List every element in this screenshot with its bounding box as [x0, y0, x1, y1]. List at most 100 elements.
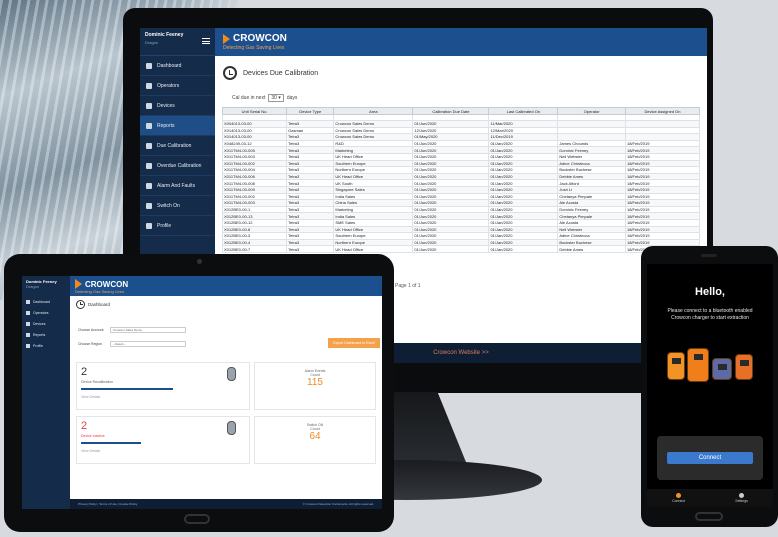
sidebar-item-profile[interactable]: Profile [140, 216, 215, 236]
choose-account-select[interactable]: Crowcon Sales Demo [110, 327, 186, 333]
switch-on-card[interactable]: Switch ON Count 64 [254, 416, 376, 464]
column-header[interactable]: Last Calibrated On [488, 107, 559, 115]
table-cell: 01/Jun/2020 [412, 179, 490, 187]
table-cell: Adine Christecca [557, 159, 626, 168]
export-button[interactable]: Export Dashboard to Excel [328, 338, 380, 348]
device-recalibration-card[interactable]: 2 Device Recalibration View Details [76, 362, 250, 410]
table-row[interactable]: X048249-03-12 Tetra3 R&D 01/Jun/2020 01/Jan/… [221, 139, 701, 148]
sidebar-item-devices[interactable]: Devices [140, 96, 215, 116]
table-cell: 18/Feb/2019 [624, 212, 701, 220]
sidebar-item-label: Due Calibration [157, 142, 192, 149]
table-cell: 18/Feb/2019 [624, 166, 701, 174]
tablet-sidebar-item-reports[interactable]: Reports [22, 329, 70, 340]
table-row[interactable]: X011TM4-00-003 Tetra3 China Sales 01/Jun/20… [221, 199, 701, 207]
column-header[interactable]: Unit Serial No. [221, 107, 288, 115]
table-row[interactable]: X012BE0-00-4 Tetra3 Northern Europe 01/Jun/… [221, 238, 701, 247]
column-header[interactable]: Operator [557, 107, 626, 115]
sidebar-item-due-calibration[interactable]: Due Calibration [140, 136, 215, 156]
table-row[interactable]: X004013-03-00 Tetra3 Crowcon Sales Demo 01/… [221, 120, 701, 128]
days-select[interactable]: 30 ▾ [268, 94, 284, 102]
table-cell: 11/Mar/2020 [488, 120, 559, 128]
sidebar-item-switch-on[interactable]: Switch On [140, 196, 215, 216]
tablet-sidebar-item-operators[interactable]: Operators [22, 307, 70, 318]
sidebar-item-overdue-calibration[interactable]: Overdue Calibration [140, 156, 215, 176]
tablet-sidebar-item-devices[interactable]: Devices [22, 318, 70, 329]
table-cell: 01/Jun/2020 [412, 152, 490, 161]
tablet-sidebar-item-label: Devices [33, 321, 46, 326]
table-cell: Northern Europe [333, 238, 414, 247]
choose-region-select[interactable]: --Select-- [110, 341, 186, 347]
table-cell: X012BE0-00-13 [221, 212, 288, 220]
table-cell: 01/Jan/2020 [488, 199, 559, 207]
tablet-crowcon-logo[interactable]: CROWCON [75, 279, 128, 289]
gas-detector-red-icon [735, 354, 753, 380]
recalibration-details-link[interactable]: View Details [81, 395, 100, 399]
table-cell: Crowcon Sales Demo [333, 120, 414, 128]
table-row[interactable]: X011TM4-00-008 Tetra3 UK South 01/Jun/2020 0… [221, 179, 701, 187]
nav-settings[interactable]: Settings [735, 493, 748, 503]
sidebar-item-icon [146, 182, 152, 189]
table-row[interactable]: X014013-03-00 Tetra3 Crowcon Sales Demo 01/… [221, 133, 701, 141]
table-row[interactable]: X011TM4-00-002 Tetra3 India Sales 01/Jun/20… [221, 192, 701, 201]
recalibration-label: Device Recalibration [81, 380, 114, 384]
sidebar-item-icon [26, 343, 30, 348]
copyright: © Crowcon Detection Instruments. All rig… [302, 502, 374, 506]
inactive-count: 2 [81, 420, 88, 432]
table-cell: UK Head Office [333, 225, 414, 234]
inactive-details-link[interactable]: View Details [81, 449, 100, 453]
user-role: Dragon [145, 40, 159, 45]
table-row[interactable]: X011TM4-00-004 Tetra3 Northern Europe 01/Ju… [221, 166, 701, 174]
column-header[interactable]: Device Assigned On [624, 107, 701, 115]
column-header[interactable]: Area [333, 107, 414, 115]
table-row[interactable]: X012BE0-00-7 Tetra3 UK Head Office 01/Jun/2… [221, 245, 701, 253]
table-row[interactable]: X011TM4-00-005 Tetra3 Marketing 01/Jun/2020… [221, 146, 701, 154]
sidebar-item-reports[interactable]: Reports [140, 116, 215, 136]
alarm-events-card[interactable]: Alarm Events Count 115 [254, 362, 376, 410]
phone-speaker [701, 254, 717, 257]
table-row[interactable]: X011TM4-00-003 Tetra3 UK Head Office 01/Jun… [221, 152, 701, 161]
table-cell: Tetra3 [286, 212, 335, 220]
sidebar-item-dashboard[interactable]: Dashboard [140, 56, 215, 76]
table-cell: X011TM4-00-005 [221, 146, 288, 154]
column-header[interactable]: Device Type [286, 107, 335, 115]
tablet-sidebar-item-dashboard[interactable]: Dashboard [22, 296, 70, 307]
device-inactive-card[interactable]: 2 Device Inactive View Details [76, 416, 250, 464]
nav-connect[interactable]: Connect [672, 493, 685, 503]
table-cell: Tetra3 [286, 120, 335, 128]
tablet-header: CROWCON Detecting Gas Saving Lives [70, 276, 382, 296]
table-cell: India Sales [333, 192, 414, 201]
table-row[interactable]: X012BE0-00-12 Tetra3 SME Sales 01/Jun/2020 0… [221, 218, 701, 227]
table-cell: X011TM4-00-002 [221, 159, 288, 168]
tablet-sidebar-item-profile[interactable]: Profile [22, 340, 70, 351]
table-row[interactable]: X011TM4-00-002 Tetra3 Southern Europe 01/Ju… [221, 159, 701, 168]
menu-icon[interactable] [202, 38, 210, 44]
table-cell: Bockster Buchese [557, 166, 626, 174]
table-cell: 01/Jun/2020 [412, 166, 490, 174]
table-cell: Debbie Ames [557, 245, 626, 253]
sidebar-item-label: Dashboard [157, 62, 182, 69]
table-row[interactable]: X012BE0-00-1 Tetra3 Marketing 01/Jun/2020 01… [221, 205, 701, 214]
table-cell: 01/Jan/2020 [488, 238, 559, 247]
table-row[interactable]: X011TM4-00-006 Tetra3 UK Head Office 01/Jun… [221, 172, 701, 181]
sidebar-item-operators[interactable]: Operators [140, 76, 215, 96]
column-header[interactable]: Calibration Due Date [412, 107, 490, 115]
table-pager[interactable]: Page 1 of 1 [395, 283, 421, 289]
sidebar-item-alarm-and-faults[interactable]: Alarm And Faults [140, 176, 215, 196]
crowcon-logo[interactable]: CROWCON [223, 33, 287, 44]
table-row[interactable]: X011TM4-00-009 Tetra3 Singapore Sales 01/Ju… [221, 185, 701, 194]
tablet-sidebar-item-label: Operators [33, 310, 49, 315]
table-cell: 18/Feb/2019 [624, 179, 701, 187]
connect-button[interactable]: Connect [667, 452, 753, 464]
choose-region-value: --Select-- [113, 342, 126, 346]
table-row[interactable]: X012BE0-00-3 Tetra3 Southern Europe 01/Jun/… [221, 232, 701, 240]
table-cell: 01/Jun/2020 [412, 238, 490, 247]
tablet-page-title: Dashboard [88, 302, 111, 307]
sidebar-item-icon [146, 142, 152, 149]
footer-links[interactable]: Privacy Policy | Terms of Use | Cookie P… [78, 502, 137, 506]
table-cell: 01/Jan/2020 [488, 159, 559, 168]
table-row[interactable]: X012BE0-00-13 Tetra3 India Sales 01/Jun/202… [221, 212, 701, 220]
table-row[interactable]: X012BE0-00-8 Tetra3 UK Head Office 01/Jun/2… [221, 225, 701, 234]
tablet-home-button[interactable] [184, 514, 210, 524]
phone-home-button[interactable] [695, 512, 723, 521]
table-row[interactable]: X014013-03-00 Gasman Crowcon Sales Demo 12/… [221, 126, 701, 135]
